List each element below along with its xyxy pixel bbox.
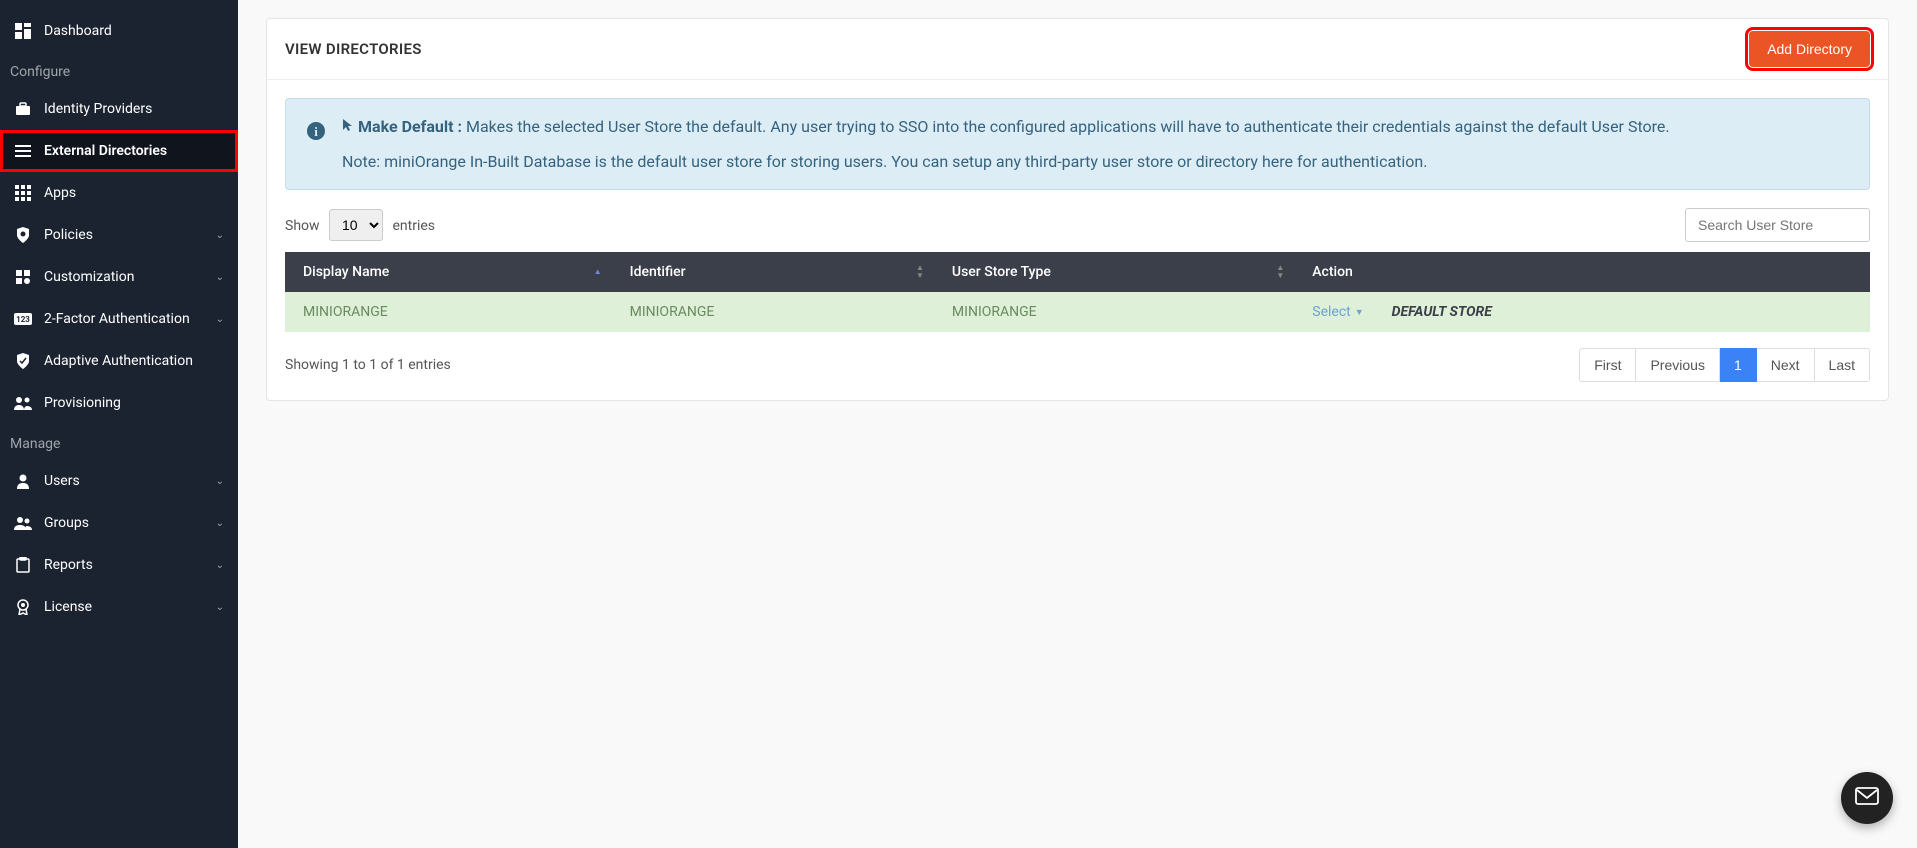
svg-text:123: 123 bbox=[16, 315, 30, 324]
sidebar-item-label: Identity Providers bbox=[44, 101, 224, 117]
chevron-down-icon: ⌄ bbox=[216, 518, 224, 529]
sidebar-item-label: External Directories bbox=[44, 143, 224, 159]
sidebar-item-label: Users bbox=[44, 473, 204, 489]
cell-display-name: MINIORANGE bbox=[285, 292, 612, 332]
table-footer: Showing 1 to 1 of 1 entries First Previo… bbox=[285, 348, 1870, 382]
table-controls: Show 10 entries bbox=[285, 208, 1870, 242]
svg-text:i: i bbox=[314, 124, 318, 139]
info-content: Make Default : Makes the selected User S… bbox=[342, 117, 1849, 171]
panel-title: VIEW DIRECTORIES bbox=[285, 40, 422, 58]
search-input[interactable] bbox=[1685, 208, 1870, 242]
chevron-down-icon: ⌄ bbox=[216, 476, 224, 487]
chevron-down-icon: ⌄ bbox=[216, 560, 224, 571]
page-previous-button[interactable]: Previous bbox=[1636, 348, 1719, 382]
sidebar-item-license[interactable]: License ⌄ bbox=[0, 586, 238, 628]
sidebar-item-policies[interactable]: Policies ⌄ bbox=[0, 214, 238, 256]
chevron-down-icon: ⌄ bbox=[216, 602, 224, 613]
sidebar-item-users[interactable]: Users ⌄ bbox=[0, 460, 238, 502]
pagination: First Previous 1 Next Last bbox=[1579, 348, 1870, 382]
sidebar-item-label: Reports bbox=[44, 557, 204, 573]
page-next-button[interactable]: Next bbox=[1757, 348, 1815, 382]
sidebar: Dashboard Configure Identity Providers E… bbox=[0, 0, 238, 848]
page-1-button[interactable]: 1 bbox=[1720, 348, 1757, 382]
info-box: i Make Default : Makes the selected User… bbox=[285, 98, 1870, 190]
users-sync-icon bbox=[14, 394, 32, 412]
sidebar-section-manage: Manage bbox=[0, 424, 238, 460]
col-user-store-type[interactable]: User Store Type ▲▼ bbox=[934, 252, 1294, 292]
sidebar-item-label: License bbox=[44, 599, 204, 615]
user-icon bbox=[14, 472, 32, 490]
mail-icon bbox=[1855, 787, 1879, 809]
sidebar-section-configure: Configure bbox=[0, 52, 238, 88]
entries-select[interactable]: 10 bbox=[329, 209, 383, 241]
grid-icon bbox=[14, 184, 32, 202]
table-row: MINIORANGE MINIORANGE MINIORANGE Select … bbox=[285, 292, 1870, 332]
sidebar-item-label: Groups bbox=[44, 515, 204, 531]
sidebar-item-label: 2-Factor Authentication bbox=[44, 311, 204, 327]
cell-action: Select ▼ DEFAULT STORE bbox=[1294, 292, 1870, 332]
dashboard-icon bbox=[14, 22, 32, 40]
sidebar-item-label: Dashboard bbox=[44, 23, 224, 39]
default-store-badge: DEFAULT STORE bbox=[1392, 304, 1492, 320]
sidebar-item-label: Apps bbox=[44, 185, 224, 201]
sidebar-item-reports[interactable]: Reports ⌄ bbox=[0, 544, 238, 586]
sort-desc-icon: ▼ bbox=[1276, 272, 1284, 280]
directories-panel: VIEW DIRECTORIES Add Directory i Make De… bbox=[266, 18, 1889, 401]
sidebar-item-label: Customization bbox=[44, 269, 204, 285]
show-label: Show bbox=[285, 218, 320, 234]
show-entries: Show 10 entries bbox=[285, 209, 435, 241]
sidebar-item-label: Adaptive Authentication bbox=[44, 353, 224, 369]
group-icon bbox=[14, 514, 32, 532]
sidebar-item-provisioning[interactable]: Provisioning bbox=[0, 382, 238, 424]
clipboard-icon bbox=[14, 556, 32, 574]
sidebar-item-2fa[interactable]: 123 2-Factor Authentication ⌄ bbox=[0, 298, 238, 340]
sidebar-item-identity-providers[interactable]: Identity Providers bbox=[0, 88, 238, 130]
list-icon bbox=[14, 142, 32, 160]
chat-fab-button[interactable] bbox=[1841, 772, 1893, 824]
shield-check-icon bbox=[14, 352, 32, 370]
chevron-down-icon: ⌄ bbox=[216, 230, 224, 241]
shield-search-icon bbox=[14, 226, 32, 244]
briefcase-icon bbox=[14, 100, 32, 118]
sidebar-item-external-directories[interactable]: External Directories bbox=[0, 130, 238, 172]
add-directory-button[interactable]: Add Directory bbox=[1749, 31, 1870, 67]
col-identifier[interactable]: Identifier ▲▼ bbox=[612, 252, 934, 292]
page-first-button[interactable]: First bbox=[1579, 348, 1636, 382]
badge-icon bbox=[14, 598, 32, 616]
sidebar-item-customization[interactable]: Customization ⌄ bbox=[0, 256, 238, 298]
chevron-down-icon: ⌄ bbox=[216, 272, 224, 283]
select-dropdown[interactable]: Select ▼ bbox=[1312, 304, 1363, 320]
info-title: Make Default : bbox=[358, 117, 462, 136]
chevron-down-icon: ⌄ bbox=[216, 314, 224, 325]
sidebar-item-apps[interactable]: Apps bbox=[0, 172, 238, 214]
numbers-icon: 123 bbox=[14, 310, 32, 328]
entries-label: entries bbox=[393, 218, 436, 234]
sidebar-item-label: Policies bbox=[44, 227, 204, 243]
sidebar-item-groups[interactable]: Groups ⌄ bbox=[0, 502, 238, 544]
page-last-button[interactable]: Last bbox=[1815, 348, 1870, 382]
info-note: Note: miniOrange In-Built Database is th… bbox=[342, 152, 1849, 171]
sort-desc-icon: ▼ bbox=[916, 272, 924, 280]
sort-asc-icon: ▲ bbox=[594, 268, 602, 276]
panel-body: i Make Default : Makes the selected User… bbox=[267, 80, 1888, 400]
cursor-icon bbox=[342, 117, 354, 136]
caret-down-icon: ▼ bbox=[1355, 307, 1364, 318]
col-display-name[interactable]: Display Name ▲ bbox=[285, 252, 612, 292]
puzzle-icon bbox=[14, 268, 32, 286]
directories-table: Display Name ▲ Identifier ▲▼ User Store … bbox=[285, 252, 1870, 332]
sidebar-item-label: Provisioning bbox=[44, 395, 224, 411]
info-icon: i bbox=[306, 117, 326, 171]
cell-user-store-type: MINIORANGE bbox=[934, 292, 1294, 332]
sidebar-item-adaptive-auth[interactable]: Adaptive Authentication bbox=[0, 340, 238, 382]
info-main-text: Make Default : Makes the selected User S… bbox=[342, 117, 1849, 136]
col-action: Action bbox=[1294, 252, 1870, 292]
showing-info: Showing 1 to 1 of 1 entries bbox=[285, 357, 451, 373]
cell-identifier: MINIORANGE bbox=[612, 292, 934, 332]
main-content: VIEW DIRECTORIES Add Directory i Make De… bbox=[238, 0, 1917, 848]
sidebar-item-dashboard[interactable]: Dashboard bbox=[0, 10, 238, 52]
panel-header: VIEW DIRECTORIES Add Directory bbox=[267, 19, 1888, 80]
info-text: Makes the selected User Store the defaul… bbox=[462, 117, 1670, 136]
